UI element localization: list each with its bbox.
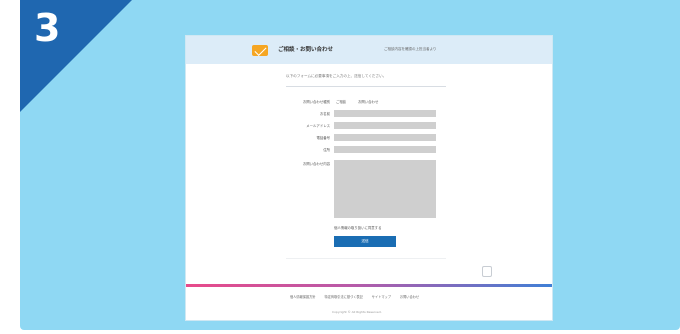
copyright: Copyright © All Rights Reserved. <box>332 310 382 314</box>
divider <box>286 86 446 87</box>
address-field[interactable] <box>334 146 436 153</box>
page-top-icon[interactable] <box>482 266 492 277</box>
submit-button[interactable]: 送信 <box>334 236 396 247</box>
header-note: ご相談内容を確認の上担当者より <box>384 47 437 51</box>
footer-links: 個人情報保護方針 特定商取引法に基づく表記 サイトマップ お問い合わせ <box>290 294 427 299</box>
email-field[interactable] <box>334 122 436 129</box>
website-screenshot: ご相談・お問い合わせ ご相談内容を確認の上担当者より 以下のフォームに必要事項を… <box>186 36 552 320</box>
radio-option-inquiry[interactable]: お問い合わせ <box>358 99 378 104</box>
label-inquiry-type: お問い合わせ種別 <box>302 100 330 104</box>
footer-link-sitemap[interactable]: サイトマップ <box>372 295 391 299</box>
form-intro: 以下のフォームに必要事項をご入力の上、送信してください。 <box>286 74 387 78</box>
footer-link-legal[interactable]: 特定商取引法に基づく表記 <box>325 295 363 299</box>
mail-icon <box>252 45 268 56</box>
label-message: お問い合わせ内容 <box>302 162 330 166</box>
footer-link-privacy[interactable]: 個人情報保護方針 <box>290 295 316 299</box>
radio-option-consult[interactable]: ご相談 <box>336 99 346 104</box>
phone-field[interactable] <box>334 134 436 141</box>
label-email: メールアドレス <box>306 124 330 128</box>
label-name: お名前 <box>319 112 330 116</box>
divider <box>286 258 446 259</box>
message-textarea[interactable] <box>334 160 436 218</box>
site-header: ご相談・お問い合わせ ご相談内容を確認の上担当者より <box>186 36 552 64</box>
footer-link-contact[interactable]: お問い合わせ <box>400 295 419 299</box>
label-phone: 電話番号 <box>316 136 330 140</box>
label-address: 住所 <box>323 148 330 152</box>
site-title: ご相談・お問い合わせ <box>278 47 334 53</box>
step-number: 3 <box>34 6 61 50</box>
footer-gradient-bar <box>186 284 552 287</box>
agree-checkbox-label[interactable]: 個人情報の取り扱いに同意する <box>334 225 381 230</box>
name-field[interactable] <box>334 110 436 117</box>
